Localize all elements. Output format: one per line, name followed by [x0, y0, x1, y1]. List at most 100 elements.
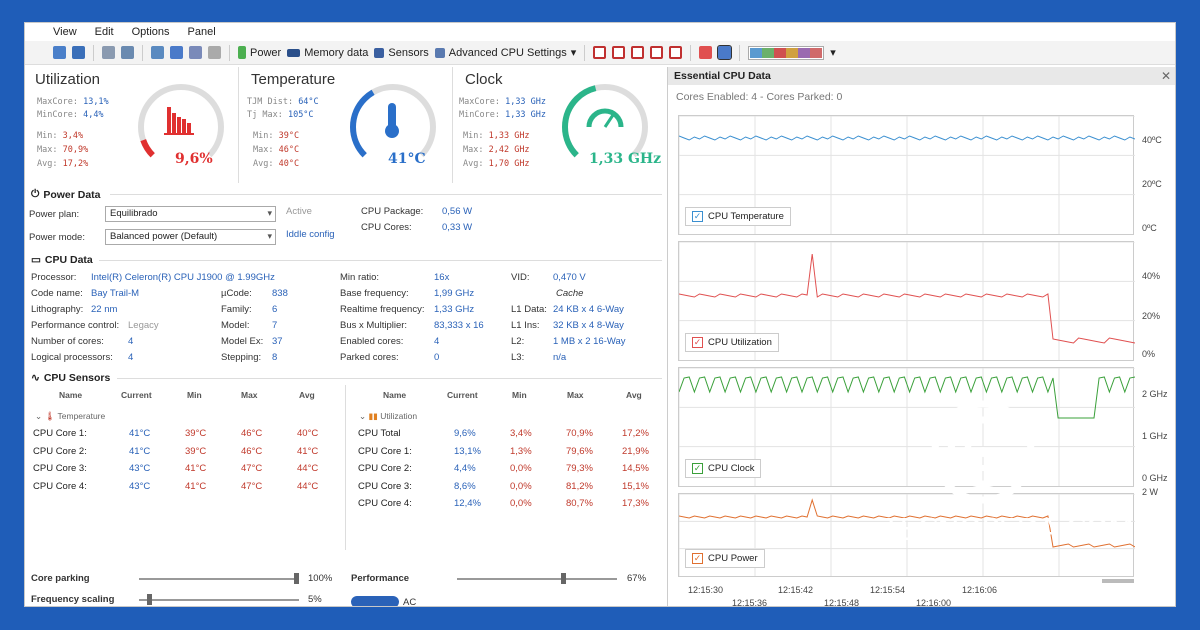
- temp-avg-label: Avg:: [253, 159, 274, 169]
- image-icon[interactable]: [121, 46, 134, 59]
- sensor-value: 12,4%: [454, 498, 481, 509]
- clock-avg: 1,70 GHz: [488, 159, 530, 169]
- util-checkbox[interactable]: ✓: [692, 337, 703, 348]
- temp-tjm: 64°C: [298, 97, 319, 107]
- clock-tick-2: 2 GHz: [1142, 389, 1168, 399]
- freq-scaling-slider[interactable]: [139, 594, 299, 605]
- chevron-down-icon-2[interactable]: ▾: [830, 46, 836, 59]
- iddle-config-link[interactable]: Iddle config: [286, 229, 335, 240]
- layout-icon-1[interactable]: [593, 46, 607, 59]
- temp-tick-0: 0ºC: [1142, 223, 1157, 233]
- clock-legend[interactable]: ✓ CPU Clock: [685, 459, 762, 478]
- thermometer-icon: [385, 103, 399, 138]
- utilization-group[interactable]: ⌄ ▮▮ Utilization: [359, 411, 417, 422]
- sensor-name: CPU Core 2:: [358, 463, 412, 474]
- temperature-title: Temperature: [251, 71, 336, 88]
- rt-freq-label: Realtime frequency:: [340, 304, 425, 315]
- sensor-value: 39°C: [185, 428, 207, 439]
- ucode-label: µCode:: [221, 288, 252, 299]
- memory-button[interactable]: Memory data: [287, 47, 368, 59]
- util-legend[interactable]: ✓ CPU Utilization: [685, 333, 779, 352]
- sensor-value: 4,4%: [454, 463, 476, 474]
- sensor-value: 15,1%: [622, 480, 649, 492]
- util-min-label: Min:: [37, 131, 58, 141]
- clock-checkbox[interactable]: ✓: [692, 463, 703, 474]
- menu-view[interactable]: View: [53, 26, 77, 38]
- l3-value: n/a: [553, 352, 567, 363]
- power-plan-select[interactable]: Equilibrado: [105, 206, 276, 222]
- close-icon[interactable]: ✕: [1161, 69, 1171, 83]
- model-label: Model:: [221, 320, 250, 331]
- stepping-label: Stepping:: [221, 352, 262, 363]
- perf-control-value: Legacy: [128, 320, 159, 331]
- layout-icon-5[interactable]: [669, 46, 683, 59]
- menu-bar: View Edit Options Panel: [25, 23, 1175, 41]
- sensor-value: 47°C: [241, 463, 263, 474]
- sensor-name: CPU Core 3:: [33, 463, 87, 474]
- clock-tick-1: 1 GHz: [1142, 431, 1168, 441]
- util-avg-label: Avg:: [37, 159, 58, 169]
- utilization-title: Utilization: [35, 71, 101, 88]
- temp-tick-20: 20ºC: [1142, 179, 1162, 189]
- logical-proc-label: Logical processors:: [31, 352, 113, 363]
- settings-icon[interactable]: [151, 46, 164, 59]
- col-max-left: Max: [241, 390, 258, 400]
- menu-panel[interactable]: Panel: [188, 26, 216, 38]
- performance-knob[interactable]: [560, 573, 566, 584]
- power-plan-label: Power plan:: [29, 209, 80, 220]
- power-legend[interactable]: ✓ CPU Power: [685, 549, 765, 568]
- panel-icon[interactable]: [717, 45, 733, 60]
- logical-proc-value: 4: [128, 352, 134, 363]
- power-mode-select[interactable]: Balanced power (Default): [105, 229, 276, 245]
- power-plan-state: Active: [286, 206, 312, 217]
- power-button[interactable]: Power: [238, 46, 281, 59]
- core-parking-value: 100%: [308, 573, 333, 584]
- menu-edit[interactable]: Edit: [95, 26, 114, 38]
- chat-icon[interactable]: [170, 46, 183, 59]
- power-checkbox[interactable]: ✓: [692, 553, 703, 564]
- sensors-button[interactable]: Sensors: [374, 47, 429, 59]
- codename-value: Bay Trail-M: [91, 288, 140, 299]
- advanced-settings-button[interactable]: Advanced CPU Settings ▾: [434, 46, 577, 59]
- ac-toggle[interactable]: [351, 596, 399, 606]
- temp-checkbox[interactable]: ✓: [692, 211, 703, 222]
- freq-scaling-knob[interactable]: [146, 594, 152, 605]
- cpu-icon[interactable]: [102, 46, 115, 59]
- color-scheme-select[interactable]: [748, 45, 825, 60]
- temperature-group[interactable]: ⌄ 🌡 Temperature: [35, 411, 105, 422]
- menu-options[interactable]: Options: [132, 26, 170, 38]
- bars-icon-2[interactable]: [72, 46, 85, 59]
- sensor-name: CPU Core 1:: [358, 445, 412, 457]
- bars-icon[interactable]: [53, 46, 66, 59]
- enabled-cores-value: 4: [434, 336, 440, 347]
- cpu-cores-power-label: CPU Cores:: [361, 222, 412, 233]
- sensor-value: 40°C: [297, 428, 319, 439]
- util-tick-20: 20%: [1142, 311, 1161, 321]
- battery-icon: [238, 46, 246, 59]
- temp-legend[interactable]: ✓ CPU Temperature: [685, 207, 791, 226]
- essential-title: Essential CPU Data: [668, 67, 1175, 85]
- chart-icon[interactable]: [699, 46, 713, 59]
- wrench-icon: [434, 47, 445, 58]
- cpu-package-value: 0,56 W: [442, 206, 473, 217]
- core-parking-slider[interactable]: [139, 573, 299, 584]
- chart-scrollbar[interactable]: [1102, 579, 1134, 583]
- document-icon[interactable]: [208, 46, 221, 59]
- sensor-value: 21,9%: [622, 445, 649, 457]
- toolbar: Power Memory data Sensors Advanced CPU S…: [25, 41, 1175, 65]
- core-parking-knob[interactable]: [294, 573, 299, 584]
- layout-icon-4[interactable]: [650, 46, 664, 59]
- bus-mult-label: Bus x Multiplier:: [340, 320, 408, 331]
- performance-slider[interactable]: [457, 573, 617, 584]
- util-min: 3,4%: [62, 131, 84, 141]
- chevron-down-icon: ▾: [570, 47, 577, 59]
- util-tick-0: 0%: [1142, 349, 1156, 359]
- layout-icon-3[interactable]: [631, 46, 645, 59]
- edit-icon[interactable]: [189, 46, 202, 59]
- sensor-value: 41°C: [185, 480, 207, 492]
- l1i-value: 32 KB x 4 8-Way: [553, 320, 624, 331]
- base-freq-label: Base frequency:: [340, 288, 409, 299]
- layout-icon-2[interactable]: [612, 46, 626, 59]
- clock-mincore: 1,33 GHz: [505, 110, 547, 120]
- cpu-package-label: CPU Package:: [361, 206, 424, 217]
